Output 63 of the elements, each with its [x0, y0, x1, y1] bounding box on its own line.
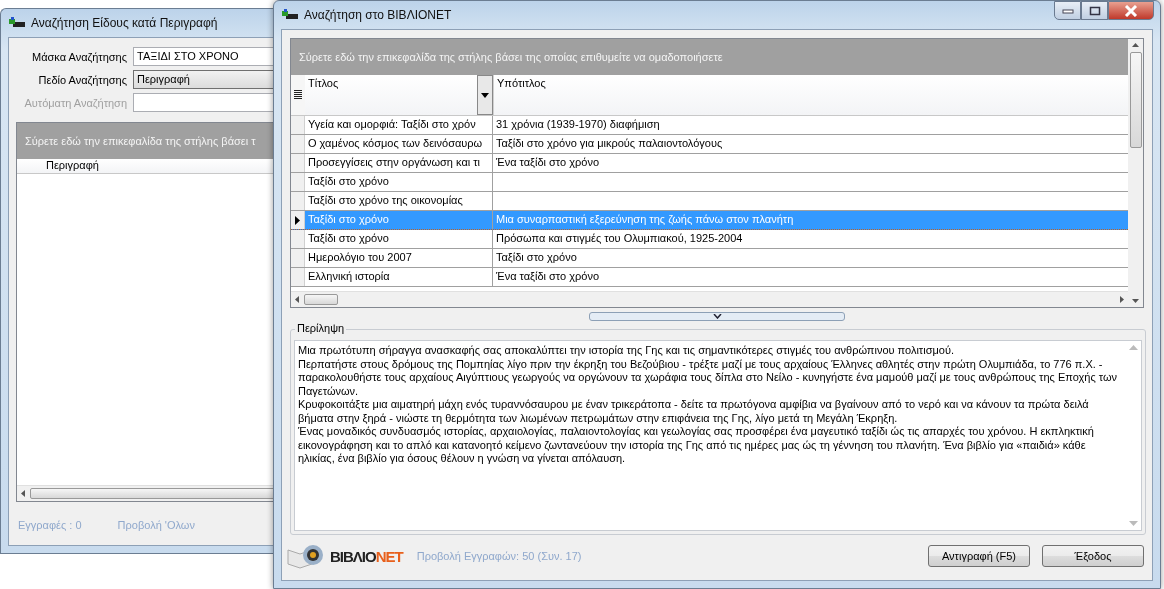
close-button[interactable] [1108, 1, 1154, 20]
scroll-thumb[interactable] [1129, 52, 1142, 148]
table-cell-text: Ταξίδι στο χρόνο για μικρούς παλαιοντολόγους [495, 136, 724, 151]
group-panel-hint: Σύρετε εδώ την επικεφαλίδα της στήλης βάσει τ [17, 123, 275, 159]
summary-text: Μια πρωτότυπη σήραγγα ανασκαφής σας αποκαλύπτει την ιστορία της Γης και τις σημαντικότερες στιγμές του ανθρώπινου πολιτισμού. Περπατήστε στους δρόμους της Πομπηίας λίγο πριν την έκρηξη του Βεζούβιου - τρέξτε μαζί με τους αρχαίους Έλληνες αθλητές στην πρώτη Ολυμπιάδα, το 776 π.Χ. - παρακολουθήστε τους αρχαίους Αιγύπτιους γεωργούς να οργώνουν τα χωράφια τους δίπλα στο Νείλο - κυνηγήστε ένα μαμούθ μαζί με τους ανθρώπους της Εποχής των Παγετώνων. Κρυφοκοιτάξτε μια αιματηρή μάχη ενός τυραννόσαυρου με έναν τρικεράτοπα - δείτε τα πρωτόγονα αμφίβια να βγαίνουν από το νερό και να κάνουν τα πρώτα δειλά βήματα στην ξηρά - νιώστε τη θερμότητα των λιωμένων πετρωμάτων στην επιφάνεια της Γης, λίγο μετά τη Μεγάλη Έκρηξη. Ένας μοναδικός συνδυασμός ιστορίας, αρχαιολογίας, παλαιοντολογίας και γεωλογίας σας προσφέρει ένα μαγευτικό ταξίδι ώς τις απαρχές του χρόνου. Η εκπληκτική εικονογράφηση και το απλό και κατανοητό κείμενο ζωντανεύουν την ιστορία της Γης από τις ημέρες μας ώς τη γέννηση του πλανήτη. Ένα βιβλίο για «παιδιά» κάθε ηλικίας, ένα βιβλίο για όσους θέλουν η γνώση να γίνεται απόλαυση. [294, 340, 1142, 531]
column-header[interactable]: Υπότιτλος [494, 75, 549, 115]
table-cell-text: Ταξίδι στο χρόνο [495, 250, 578, 265]
record-count: Προβολή Εγγραφών: 50 (Συν. 17) [416, 550, 582, 562]
table-cell: Προσεγγίσεις στην οργάνωση και τι [305, 154, 493, 172]
app-icon [282, 9, 298, 21]
minimize-icon [1061, 7, 1074, 14]
table-cell-text: 31 χρόνια (1939-1970) διαφήμιση [495, 117, 661, 132]
window-title: Αναζήτηση Είδους κατά Περιγραφή [31, 16, 218, 30]
table-cell-text: Πρόσωπα και στιγμές του Ολυμπιακού, 1925-2004 [495, 231, 744, 246]
table-cell: Ταξίδι στο χρόνο [305, 211, 493, 229]
horizontal-scrollbar[interactable] [17, 485, 275, 501]
record-count: Εγγραφές : 0 [18, 519, 82, 531]
row-pointer-icon [295, 215, 300, 225]
table-row[interactable]: Ταξίδι στο χρόνο [291, 173, 1128, 192]
filter-dropdown-button[interactable] [477, 75, 493, 115]
field-label: Μάσκα Αναζήτησης [31, 50, 128, 63]
table-cell: Ημερολόγιο του 2007 [305, 249, 493, 267]
group-label: Περίληψη [295, 322, 347, 334]
table-cell: Ο χαμένος κόσμος των δεινόσαυρω [305, 135, 493, 153]
table-row[interactable]: Ο χαμένος κόσμος των δεινόσαυρω Ταξίδι στο χρόνο για μικρούς παλαιοντολόγους [291, 135, 1128, 154]
input-field[interactable]: ΤΑΞΙΔΙ ΣΤΟ ΧΡΟΝΟ [133, 47, 275, 66]
field-label: Αυτόματη Αναζήτηση [23, 96, 128, 109]
chevron-down-icon [712, 314, 722, 319]
table-cell-text: Ένα ταξίδι στο χρόνο [495, 155, 600, 170]
group-panel-hint: Σύρετε εδώ την επικεφαλίδα της στήλης βάσει της οποίας επιθυμείτε να ομαδοποιήσετε [291, 39, 1128, 75]
dialog-button[interactable]: Αντιγραφή (F5) [928, 545, 1030, 567]
dropdown-arrow-icon [481, 92, 489, 98]
table-cell: Ταξίδι στο χρόνο της οικονομίας [305, 192, 493, 210]
splitter-handle[interactable] [589, 312, 845, 321]
window-title: Αναζήτηση στο ΒΙΒΛΙΟΝΕΤ [304, 8, 452, 22]
book-disc-icon [286, 542, 326, 570]
field-label: Πεδίο Αναζήτησης [37, 73, 128, 86]
table-cell: Υγεία και ομορφιά: Ταξίδι στο χρόν [305, 116, 493, 134]
table-cell: Ελληνική ιστορία [305, 268, 493, 286]
row-header[interactable] [291, 211, 305, 229]
horizontal-scrollbar[interactable] [291, 291, 1128, 307]
maximize-icon [1088, 5, 1101, 16]
column-chooser-icon[interactable] [294, 90, 302, 100]
table-cell: Ταξίδι στο χρόνο [305, 230, 493, 248]
table-row[interactable]: Υγεία και ομορφιά: Ταξίδι στο χρόν 31 χρόνια (1939-1970) διαφήμιση [291, 116, 1128, 135]
scroll-thumb[interactable] [304, 294, 338, 305]
vertical-scrollbar[interactable] [1128, 39, 1143, 307]
app-icon [9, 17, 25, 29]
table-row[interactable]: Ημερολόγιο του 2007 Ταξίδι στο χρόνο [291, 249, 1128, 268]
close-icon [1124, 4, 1138, 17]
input-field[interactable] [133, 93, 275, 112]
table-cell-text: Μια συναρπαστική εξερεύνηση της ζωής πάνω στον πλανήτη [495, 212, 795, 227]
dialog-button[interactable]: Έξοδος [1042, 545, 1144, 567]
maximize-button[interactable] [1081, 1, 1108, 20]
table-row[interactable]: Ταξίδι στο χρόνο Πρόσωπα και στιγμές του Ολυμπιακού, 1925-2004 [291, 230, 1128, 249]
table-cell: Ταξίδι στο χρόνο [305, 173, 493, 191]
table-row[interactable]: Ελληνική ιστορία Ένα ταξίδι στο χρόνο [291, 268, 1128, 287]
table-row[interactable]: Προσεγγίσεις στην οργάνωση και τι Ένα ταξίδι στο χρόνο [291, 154, 1128, 173]
logo-text: ΒΙΒΛΙΟNET [330, 547, 403, 565]
table-cell-text: Ένα ταξίδι στο χρόνο [495, 269, 600, 284]
minimize-button[interactable] [1054, 1, 1081, 20]
column-header[interactable]: Τίτλος [305, 75, 342, 115]
dropdown[interactable]: Περιγραφή [133, 70, 275, 89]
